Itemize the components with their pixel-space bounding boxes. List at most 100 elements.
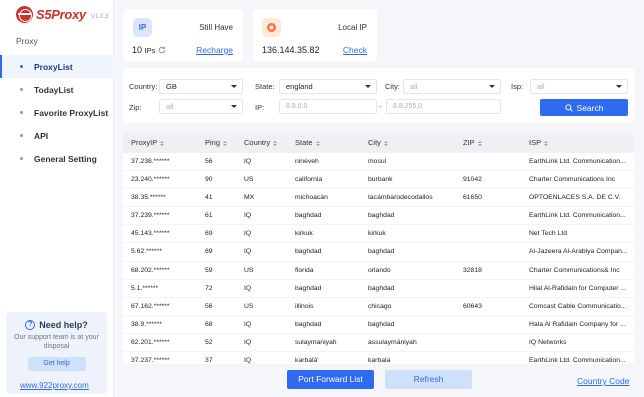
col-isp[interactable]: ISP — [529, 133, 632, 153]
cell-state: baghdad — [295, 248, 322, 256]
ip-label: IP: — [255, 103, 265, 112]
sidebar-item-todaylist[interactable]: TodayList — [0, 78, 114, 101]
isp-select[interactable]: all — [530, 79, 628, 94]
cell-proxyip: 37.239.****** — [131, 212, 170, 220]
cell-ping: 69 — [205, 248, 213, 256]
cell-country: IQ — [244, 248, 252, 256]
cell-zip — [463, 334, 523, 352]
table-row[interactable]: 5.1.****** 72 IQ baghdad baghdad Hilal Al-Raf… — [123, 280, 634, 298]
recharge-link[interactable]: Recharge — [196, 45, 233, 55]
cell-isp: Comcast Cable Communicatio... — [529, 302, 627, 310]
country-code-link[interactable]: Country Code — [577, 376, 629, 386]
sidebar-item-label: Favorite ProxyList — [34, 107, 109, 118]
table-row[interactable]: 38.35.****** 41 MX michoacán tacámbarodecoda… — [123, 189, 634, 208]
table-row[interactable]: 68.202.****** 59 US florida orlando 32818 Char… — [123, 262, 634, 280]
website-link[interactable]: www.922proxy.com — [20, 381, 89, 390]
sidebar-item-general-setting[interactable]: General Setting — [0, 147, 114, 170]
sidebar-item-label: General Setting — [34, 153, 97, 164]
cell-ping: 56 — [205, 158, 213, 165]
help-title: ? Need help? — [6, 320, 107, 330]
cell-city: assulaymániyah — [368, 338, 417, 346]
cell-proxyip: 68.202.****** — [131, 266, 170, 274]
cell-isp: EarthLink Ltd. Communication... — [529, 158, 626, 165]
cell-state: baghdad — [295, 212, 322, 220]
cell-proxyip: 37.237.****** — [131, 357, 170, 364]
cell-ping: 90 — [205, 176, 213, 184]
bullet-icon — [20, 134, 23, 137]
col-label: ProxyIP — [131, 138, 158, 147]
zip-label: Zip: — [129, 103, 142, 112]
table-row[interactable]: 62.201.****** 52 IQ sulaymaniyah assulaymáni… — [123, 334, 634, 353]
local-ip-value: 136.144.35.82 — [262, 45, 320, 55]
table-row[interactable]: 38.9.****** 68 IQ baghdad baghdad Hala Al Raf… — [123, 316, 634, 334]
cell-isp: Charter Communications Inc — [529, 176, 616, 184]
local-ip-label: Local IP — [338, 23, 367, 32]
col-ping[interactable]: Ping — [205, 133, 241, 153]
cell-proxyip: 38.35.****** — [131, 194, 166, 202]
ip-from-input[interactable]: 8.8.0.0 — [279, 99, 377, 114]
cell-ping: 59 — [205, 266, 213, 274]
col-zip[interactable]: ZIP — [463, 133, 523, 153]
cell-isp: Hala Al Rafidain Company for ... — [529, 320, 626, 328]
table-row[interactable]: 37.238.****** 56 IQ nineveh mosul EarthLink L… — [123, 153, 634, 172]
cell-zip: 32818 — [463, 266, 482, 274]
app-version: V1.0.3 — [90, 13, 109, 20]
table-row[interactable]: 23.240.****** 90 US california burbank 91042 C… — [123, 171, 634, 190]
cell-country: US — [244, 302, 254, 310]
cell-country: IQ — [244, 338, 252, 346]
cell-ping: 61 — [205, 212, 213, 220]
sidebar-item-proxylist[interactable]: ProxyList — [0, 55, 114, 78]
country-select[interactable]: GB — [159, 79, 243, 94]
sidebar-section-title: Proxy — [16, 36, 38, 46]
check-link[interactable]: Check — [343, 45, 367, 55]
zip-select[interactable]: all — [159, 99, 243, 114]
col-city[interactable]: City — [368, 133, 458, 153]
col-country[interactable]: Country — [244, 133, 290, 153]
city-select[interactable]: all — [403, 79, 501, 94]
table-header: ProxyIP Ping Country State City ZIP ISP — [123, 133, 634, 153]
col-label: ISP — [529, 138, 542, 147]
chevron-down-icon — [231, 105, 237, 108]
cell-zip — [463, 225, 523, 243]
refresh-button[interactable]: Refresh — [385, 370, 472, 389]
sidebar-item-api[interactable]: API — [0, 124, 114, 147]
filter-panel: Country: GB State: england City: all Isp… — [123, 68, 634, 123]
port-forward-list-button[interactable]: Port Forward List — [287, 370, 374, 389]
cell-country: IQ — [244, 284, 252, 292]
cell-proxyip: 38.9.****** — [131, 320, 162, 328]
country-label: Country: — [129, 82, 158, 91]
cell-ping: 37 — [205, 357, 213, 364]
table-row[interactable]: 37.237.****** 37 IQ karbalā' karbala EarthLin… — [123, 352, 634, 364]
cell-zip — [463, 280, 523, 298]
table-row[interactable]: 45.143.****** 69 IQ kirkuk kirkuk Net Tech Lt… — [123, 225, 634, 244]
ip-balance-card: IP Still Have 10 IPs Recharge — [123, 9, 243, 62]
col-state[interactable]: State — [295, 133, 367, 153]
ip-count-unit: IPs — [144, 46, 156, 55]
app-logo: S5Proxy V1.0.3 — [16, 6, 108, 23]
table-row[interactable]: 37.239.****** 61 IQ baghdad baghdad EarthLink… — [123, 207, 634, 226]
cell-ping: 52 — [205, 338, 213, 346]
cell-state: kirkuk — [295, 230, 313, 238]
ip-to-input[interactable]: 8.8.255.0 — [386, 99, 501, 114]
search-button[interactable]: Search — [540, 99, 628, 116]
state-label: State: — [255, 82, 275, 91]
sidebar-item-favorite-proxylist[interactable]: Favorite ProxyList — [0, 101, 114, 124]
get-help-button[interactable]: Get help — [27, 357, 86, 371]
table-row[interactable]: 67.162.****** 56 US illinois chicago 60643 Com… — [123, 298, 634, 316]
ip-count-value: 10 — [132, 45, 143, 55]
state-select[interactable]: england — [279, 79, 377, 94]
sidebar-nav: ProxyList TodayList Favorite ProxyList A… — [0, 55, 114, 170]
col-proxyip[interactable]: ProxyIP — [131, 133, 201, 153]
cell-ping: 68 — [205, 320, 213, 328]
table-row[interactable]: 5.62.****** 69 IQ baghdad baghdad Al-Jazeera … — [123, 243, 634, 262]
search-button-label: Search — [576, 102, 604, 113]
refresh-icon[interactable] — [158, 46, 166, 54]
cell-ping: 72 — [205, 284, 213, 292]
col-label: State — [295, 138, 313, 147]
cell-zip: 91042 — [463, 176, 482, 184]
cell-city: orlando — [368, 266, 391, 274]
cell-state: illinois — [295, 302, 314, 310]
proxy-table: ProxyIP Ping Country State City ZIP ISP … — [123, 133, 634, 364]
cell-isp: IQ Networks — [529, 338, 567, 346]
isp-label: Isp: — [511, 82, 524, 91]
